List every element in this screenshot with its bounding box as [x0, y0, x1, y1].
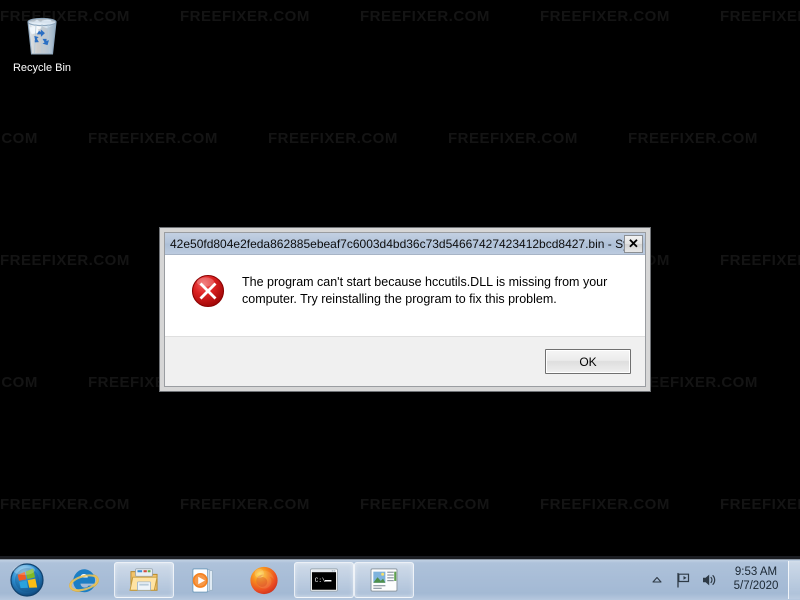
watermark-text: FREEFIXER.COM — [0, 496, 130, 513]
watermark-text: FREEFIXER.COM — [540, 496, 670, 513]
svg-text:C:\: C:\ — [315, 577, 326, 584]
dialog-message: The program can't start because hccutils… — [242, 275, 608, 306]
system-tray — [644, 556, 724, 600]
watermark-text: FREEFIXER.COM — [180, 8, 310, 25]
command-prompt-icon: C:\ — [310, 568, 338, 592]
taskbar-item-image-viewer[interactable] — [354, 562, 414, 598]
start-button[interactable] — [0, 556, 54, 600]
dialog-body: The program can't start because hccutils… — [165, 255, 645, 336]
watermark-text: FREEFIXER.COM — [628, 130, 758, 147]
clock-date: 5/7/2020 — [733, 580, 779, 592]
speaker-icon — [703, 574, 716, 585]
chevron-up-icon — [652, 576, 662, 583]
watermark-text: FREEFIXER.COM — [720, 496, 800, 513]
watermark-text: FREEFIXER.COM — [0, 374, 38, 391]
taskbar-item-firefox[interactable] — [234, 562, 294, 598]
recycle-bin-label: Recycle Bin — [12, 62, 72, 74]
recycle-bin-icon — [8, 8, 76, 58]
watermark-text: FREEFIXER.COM — [0, 252, 130, 269]
watermark-text: FREEFIXER.COM — [0, 130, 38, 147]
ok-button[interactable]: OK — [545, 349, 631, 374]
desktop[interactable]: FREEFIXER.COM FREEFIXER.COM FREEFIXER.COM F… — [0, 0, 800, 600]
watermark-text: FREEFIXER.COM — [540, 8, 670, 25]
taskbar-item-internet-explorer[interactable] — [54, 562, 114, 598]
media-player-icon — [192, 568, 213, 593]
dialog-title: 42e50fd804e2feda862885ebeaf7c6003d4bd36c… — [170, 236, 624, 251]
taskbar-items: C:\ — [54, 556, 644, 600]
taskbar-clock[interactable]: 9:53 AM 5/7/2020 — [724, 556, 788, 600]
image-viewer-icon — [370, 568, 398, 592]
taskbar-item-windows-explorer[interactable] — [114, 562, 174, 598]
desktop-icon-recycle-bin[interactable]: Recycle Bin — [8, 8, 76, 75]
error-dialog[interactable]: 42e50fd804e2feda862885ebeaf7c6003d4bd36c… — [159, 227, 651, 392]
watermark-text: FREEFIXER.COM — [448, 130, 578, 147]
show-desktop-button[interactable] — [788, 561, 800, 599]
taskbar-item-windows-media-player[interactable] — [174, 562, 234, 598]
tray-show-hidden-icons[interactable] — [644, 565, 670, 595]
folder-icon — [129, 568, 158, 591]
watermark-text: FREEFIXER.COM — [360, 496, 490, 513]
firefox-icon — [250, 566, 278, 595]
windows-logo-icon — [10, 562, 44, 597]
close-icon: ✕ — [628, 236, 639, 251]
watermark-text: FREEFIXER.COM — [180, 496, 310, 513]
watermark-text: FREEFIXER.COM — [268, 130, 398, 147]
dialog-footer: OK — [165, 336, 645, 386]
watermark-text: FREEFIXER.COM — [88, 130, 218, 147]
watermark-text: FREEFIXER.COM — [360, 8, 490, 25]
watermark-text: FREEFIXER.COM — [720, 8, 800, 25]
clock-time: 9:53 AM — [734, 566, 778, 578]
internet-explorer-icon — [69, 569, 99, 593]
error-icon — [191, 274, 225, 308]
tray-volume[interactable] — [696, 565, 722, 595]
dialog-inner-frame: 42e50fd804e2feda862885ebeaf7c6003d4bd36c… — [164, 232, 646, 387]
watermark-text: FREEFIXER.COM — [720, 252, 800, 269]
taskbar-item-command-prompt[interactable]: C:\ — [294, 562, 354, 598]
tray-action-center[interactable] — [670, 565, 696, 595]
flag-icon — [677, 572, 690, 588]
taskbar[interactable]: C:\ 9:53 AM 5/7/2020 — [0, 556, 800, 600]
dialog-titlebar[interactable]: 42e50fd804e2feda862885ebeaf7c6003d4bd36c… — [165, 233, 645, 255]
close-button[interactable]: ✕ — [624, 234, 643, 253]
